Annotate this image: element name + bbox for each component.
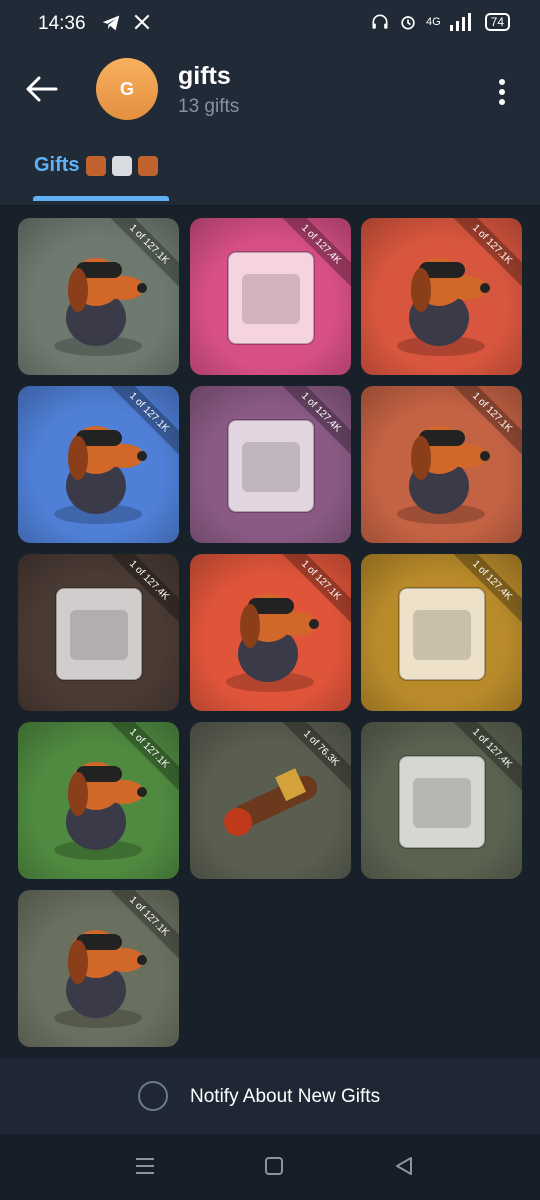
notify-radio[interactable]	[138, 1081, 168, 1111]
status-bar: 14:36 4G 74	[0, 0, 540, 50]
notify-row[interactable]: Notify About New Gifts	[0, 1060, 540, 1134]
avatar[interactable]: G	[96, 58, 158, 120]
more-vertical-icon[interactable]	[490, 75, 514, 109]
gift-card[interactable]: 1 of 127.1K	[18, 386, 179, 543]
gift-card[interactable]: 1 of 127.4K	[361, 722, 522, 879]
notify-label: Notify About New Gifts	[190, 1086, 381, 1107]
gift-grid: 1 of 127.1K 1 of 127.4K 1 of 127.1K 1 of 12…	[0, 206, 540, 1058]
page-title: gifts	[178, 62, 231, 90]
signal-icon	[449, 13, 471, 31]
gift-card[interactable]: 1 of 127.4K	[18, 554, 179, 711]
nav-home-icon[interactable]	[264, 1156, 284, 1176]
gift-card[interactable]: 1 of 127.1K	[18, 890, 179, 1047]
gift-card[interactable]: 1 of 127.1K	[18, 218, 179, 375]
bag-emoji-icon	[111, 155, 132, 176]
battery-indicator: 74	[484, 13, 510, 31]
back-arrow-icon[interactable]	[24, 74, 58, 104]
gift-emoji-icon	[85, 155, 106, 176]
gift-card[interactable]: 1 of 127.1K	[190, 554, 351, 711]
telegram-icon	[102, 15, 120, 31]
gift-card[interactable]: 1 of 127.1K	[361, 386, 522, 543]
tab-indicator	[33, 196, 169, 201]
status-time: 14:36	[38, 13, 86, 34]
avatar-letter: G	[119, 78, 134, 99]
gift-card[interactable]: 1 of 127.1K	[361, 218, 522, 375]
gift-card[interactable]: 1 of 127.4K	[190, 218, 351, 375]
network-type: 4G	[425, 16, 441, 28]
chat-header: G gifts 13 gifts Gifts	[0, 50, 540, 205]
tab-gifts-label: Gifts	[34, 154, 80, 176]
system-nav-bar	[0, 1134, 540, 1200]
gift-card[interactable]: 1 of 127.1K	[18, 722, 179, 879]
gift-count: 13 gifts	[178, 96, 240, 117]
dog-emoji-icon	[137, 155, 158, 176]
headphones-icon	[372, 14, 388, 29]
tab-gifts[interactable]: Gifts	[34, 154, 158, 177]
nav-back-icon[interactable]	[394, 1156, 414, 1176]
alarm-icon	[401, 16, 415, 30]
gift-card[interactable]: 1 of 127.4K	[361, 554, 522, 711]
gift-card[interactable]: 1 of 76.3K	[190, 722, 351, 879]
nav-menu-icon[interactable]	[134, 1156, 156, 1176]
gift-card[interactable]: 1 of 127.4K	[190, 386, 351, 543]
x-icon	[134, 14, 150, 30]
